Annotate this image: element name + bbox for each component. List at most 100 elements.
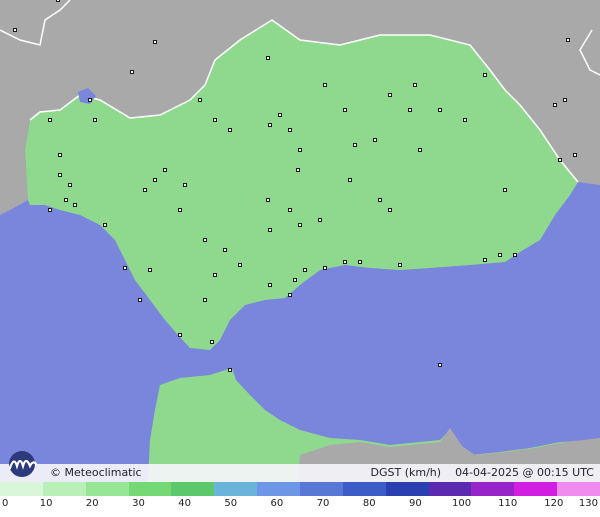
station-marker[interactable] — [288, 208, 292, 212]
station-marker[interactable] — [228, 128, 232, 132]
station-marker[interactable] — [198, 98, 202, 102]
station-marker[interactable] — [293, 278, 297, 282]
legend-tick-label: 0 — [2, 498, 9, 509]
station-marker[interactable] — [438, 363, 442, 367]
station-marker[interactable] — [58, 153, 62, 157]
station-marker[interactable] — [438, 108, 442, 112]
station-marker[interactable] — [288, 128, 292, 132]
legend-tick-label: 60 — [270, 498, 284, 509]
station-marker[interactable] — [343, 108, 347, 112]
station-marker[interactable] — [178, 208, 182, 212]
station-marker[interactable] — [183, 183, 187, 187]
station-marker[interactable] — [298, 148, 302, 152]
station-marker[interactable] — [210, 340, 214, 344]
station-marker[interactable] — [323, 266, 327, 270]
station-marker[interactable] — [48, 118, 52, 122]
station-marker[interactable] — [353, 143, 357, 147]
legend-swatch — [214, 482, 258, 496]
map-canvas — [0, 0, 600, 517]
station-marker[interactable] — [303, 268, 307, 272]
station-marker[interactable] — [103, 223, 107, 227]
station-marker[interactable] — [64, 198, 68, 202]
station-marker[interactable] — [138, 298, 142, 302]
legend-swatch — [42, 482, 86, 496]
station-marker[interactable] — [143, 188, 147, 192]
legend-tick-label: 110 — [498, 498, 518, 509]
station-marker[interactable] — [178, 333, 182, 337]
station-marker[interactable] — [323, 83, 327, 87]
station-marker[interactable] — [73, 203, 77, 207]
station-marker[interactable] — [418, 148, 422, 152]
station-marker[interactable] — [296, 168, 300, 172]
station-marker[interactable] — [153, 178, 157, 182]
legend-tick-label: 40 — [178, 498, 191, 509]
color-legend: 0 10 20 30 40 50 60 70 80 90 100 110 120 130 — [0, 482, 600, 517]
station-marker[interactable] — [318, 218, 322, 222]
station-marker[interactable] — [56, 0, 60, 2]
station-marker[interactable] — [203, 298, 207, 302]
station-marker[interactable] — [343, 260, 347, 264]
legend-swatch — [385, 482, 429, 496]
station-marker[interactable] — [378, 198, 382, 202]
credit-text: © Meteoclimatic — [50, 466, 142, 479]
station-marker[interactable] — [566, 38, 570, 42]
legend-tick-label: 20 — [85, 498, 99, 509]
station-marker[interactable] — [288, 293, 292, 297]
station-marker[interactable] — [483, 73, 487, 77]
station-marker[interactable] — [358, 260, 362, 264]
legend-swatch — [471, 482, 515, 496]
station-marker[interactable] — [558, 158, 562, 162]
station-marker[interactable] — [408, 108, 412, 112]
station-marker[interactable] — [573, 153, 577, 157]
station-marker[interactable] — [348, 178, 352, 182]
station-marker[interactable] — [398, 263, 402, 267]
station-marker[interactable] — [68, 183, 72, 187]
station-marker[interactable] — [298, 223, 302, 227]
station-marker[interactable] — [48, 208, 52, 212]
legend-tick-label: 10 — [39, 498, 53, 509]
station-marker[interactable] — [278, 113, 282, 117]
variable-name: DGST (km/h) — [370, 466, 442, 479]
station-marker[interactable] — [266, 198, 270, 202]
station-marker[interactable] — [553, 103, 557, 107]
station-marker[interactable] — [503, 188, 507, 192]
legend-tick-label: 50 — [224, 498, 238, 509]
station-marker[interactable] — [388, 208, 392, 212]
station-marker[interactable] — [213, 118, 217, 122]
legend-tick-label: 80 — [362, 498, 376, 509]
station-marker[interactable] — [93, 118, 97, 122]
station-marker[interactable] — [88, 98, 92, 102]
station-marker[interactable] — [268, 228, 272, 232]
meteoclimatic-logo-icon — [4, 450, 48, 478]
station-marker[interactable] — [373, 138, 377, 142]
station-marker[interactable] — [563, 98, 567, 102]
station-marker[interactable] — [223, 248, 227, 252]
station-marker[interactable] — [148, 268, 152, 272]
station-marker[interactable] — [268, 283, 272, 287]
station-marker[interactable] — [228, 368, 232, 372]
station-marker[interactable] — [266, 56, 270, 60]
station-marker[interactable] — [13, 28, 17, 32]
station-marker[interactable] — [163, 168, 167, 172]
station-marker[interactable] — [238, 263, 242, 267]
legend-tick-label: 130 — [578, 498, 598, 509]
station-marker[interactable] — [268, 123, 272, 127]
station-marker[interactable] — [58, 173, 62, 177]
station-marker[interactable] — [513, 253, 517, 257]
legend-tick-label: 100 — [451, 498, 472, 509]
legend-tick-label: 90 — [409, 498, 422, 509]
legend-swatch — [85, 482, 129, 496]
station-marker[interactable] — [153, 40, 157, 44]
legend-tick-label: 120 — [544, 498, 564, 509]
station-marker[interactable] — [498, 253, 502, 257]
station-marker[interactable] — [130, 70, 134, 74]
station-marker[interactable] — [203, 238, 207, 242]
legend-swatch — [257, 482, 301, 496]
station-marker[interactable] — [483, 258, 487, 262]
station-marker[interactable] — [413, 83, 417, 87]
station-marker[interactable] — [463, 118, 467, 122]
station-marker[interactable] — [123, 266, 127, 270]
weather-map — [0, 0, 600, 517]
station-marker[interactable] — [213, 273, 217, 277]
station-marker[interactable] — [388, 93, 392, 97]
